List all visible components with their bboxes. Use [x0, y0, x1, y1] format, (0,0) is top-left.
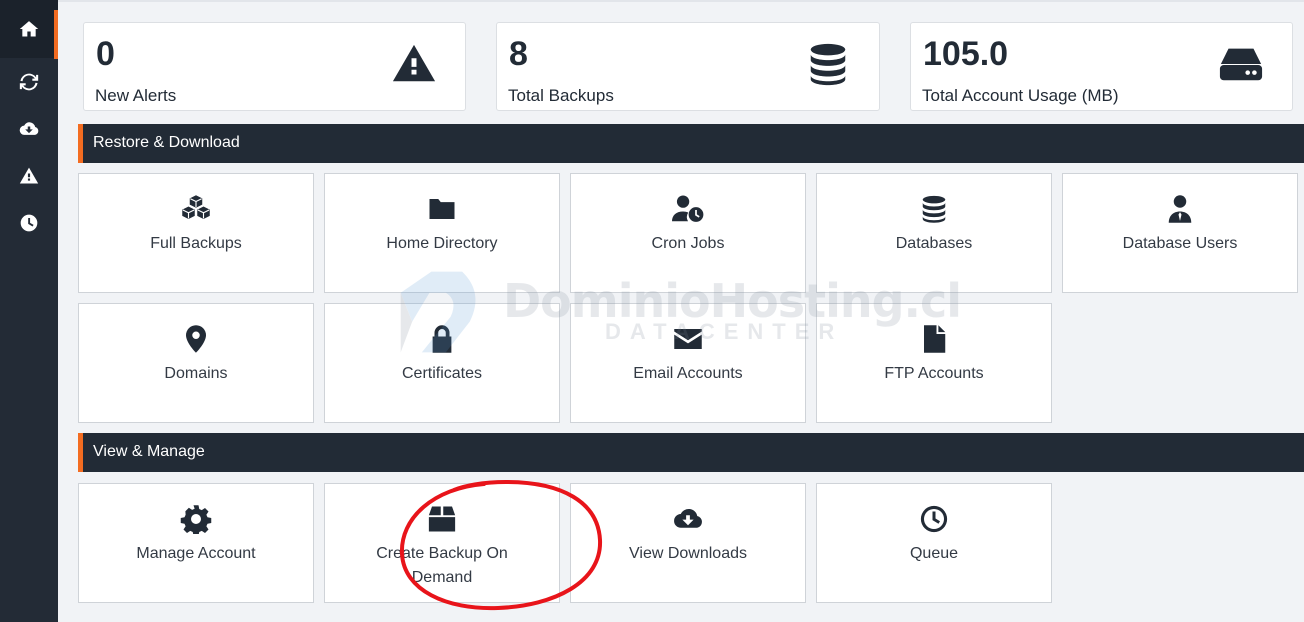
sidebar-item-queue[interactable]	[0, 199, 58, 246]
tile-queue[interactable]: Queue	[816, 483, 1052, 603]
clock-icon	[20, 214, 38, 231]
box-icon	[426, 504, 458, 534]
tile-label: Domains	[164, 365, 228, 382]
tile-label: Create Backup On Demand	[376, 545, 508, 586]
section-title: Restore & Download	[93, 134, 240, 151]
stat-value: 105.0	[923, 35, 1009, 73]
tile-manage-account[interactable]: Manage Account	[78, 483, 314, 603]
tile-databases[interactable]: Databases	[816, 173, 1052, 293]
stat-card-usage: 105.0 Total Account Usage (MB)	[910, 22, 1293, 111]
sidebar-item-alerts[interactable]	[0, 152, 58, 199]
user-tie-icon	[1164, 194, 1196, 224]
tile-label: Databases	[895, 235, 973, 252]
stat-card-backups: 8 Total Backups	[496, 22, 880, 111]
section-title: View & Manage	[93, 443, 205, 460]
tile-home-directory[interactable]: Home Directory	[324, 173, 560, 293]
tile-ftp-accounts[interactable]: FTP Accounts	[816, 303, 1052, 423]
tile-label: View Downloads	[629, 545, 747, 562]
main-content: 0 New Alerts 8 Total Backups 105.0 Total…	[58, 0, 1304, 622]
stat-label: Total Backups	[508, 86, 614, 105]
sidebar	[0, 0, 58, 622]
cubes-icon	[180, 194, 212, 224]
tile-label: Home Directory	[386, 235, 498, 252]
user-clock-icon	[672, 194, 704, 224]
tile-cron-jobs[interactable]: Cron Jobs	[570, 173, 806, 293]
database-icon	[805, 41, 851, 87]
tile-database-users[interactable]: Database Users	[1062, 173, 1298, 293]
tile-label: Queue	[909, 545, 959, 562]
top-divider	[58, 0, 1304, 2]
tile-email-accounts[interactable]: Email Accounts	[570, 303, 806, 423]
clock-icon	[918, 504, 950, 534]
tile-label: Certificates	[401, 365, 483, 382]
sidebar-item-home[interactable]	[0, 0, 58, 59]
sidebar-item-sync[interactable]	[0, 58, 58, 105]
tile-label: Email Accounts	[633, 365, 743, 382]
lock-icon	[426, 324, 458, 354]
tile-label: Cron Jobs	[651, 235, 725, 252]
envelope-icon	[672, 324, 704, 354]
tile-certificates[interactable]: Certificates	[324, 303, 560, 423]
sidebar-item-downloads[interactable]	[0, 105, 58, 152]
warning-icon	[391, 41, 437, 87]
folder-icon	[426, 194, 458, 224]
gear-icon	[180, 504, 212, 534]
map-marker-icon	[180, 324, 212, 354]
sync-icon	[19, 73, 39, 90]
tile-label: Database Users	[1122, 235, 1238, 252]
file-icon	[918, 324, 950, 354]
warning-icon	[19, 167, 39, 183]
home-icon	[19, 21, 39, 37]
stat-card-alerts: 0 New Alerts	[83, 22, 466, 111]
section-header-manage: View & Manage	[78, 433, 1304, 472]
section-header-restore: Restore & Download	[78, 124, 1304, 163]
tile-label: Full Backups	[150, 235, 242, 252]
hard-drive-icon	[1218, 41, 1264, 87]
cloud-download-icon	[672, 504, 704, 534]
tile-view-downloads[interactable]: View Downloads	[570, 483, 806, 603]
tile-domains[interactable]: Domains	[78, 303, 314, 423]
stat-value: 8	[509, 35, 528, 73]
tile-full-backups[interactable]: Full Backups	[78, 173, 314, 293]
tile-label: FTP Accounts	[884, 365, 984, 382]
stat-value: 0	[96, 35, 115, 73]
tile-label: Manage Account	[136, 545, 256, 562]
stat-label: Total Account Usage (MB)	[922, 86, 1119, 105]
cloud-download-icon	[19, 121, 39, 135]
database-icon	[918, 194, 950, 224]
tile-create-backup-on-demand[interactable]: Create Backup On Demand	[324, 483, 560, 603]
stat-label: New Alerts	[95, 86, 177, 105]
